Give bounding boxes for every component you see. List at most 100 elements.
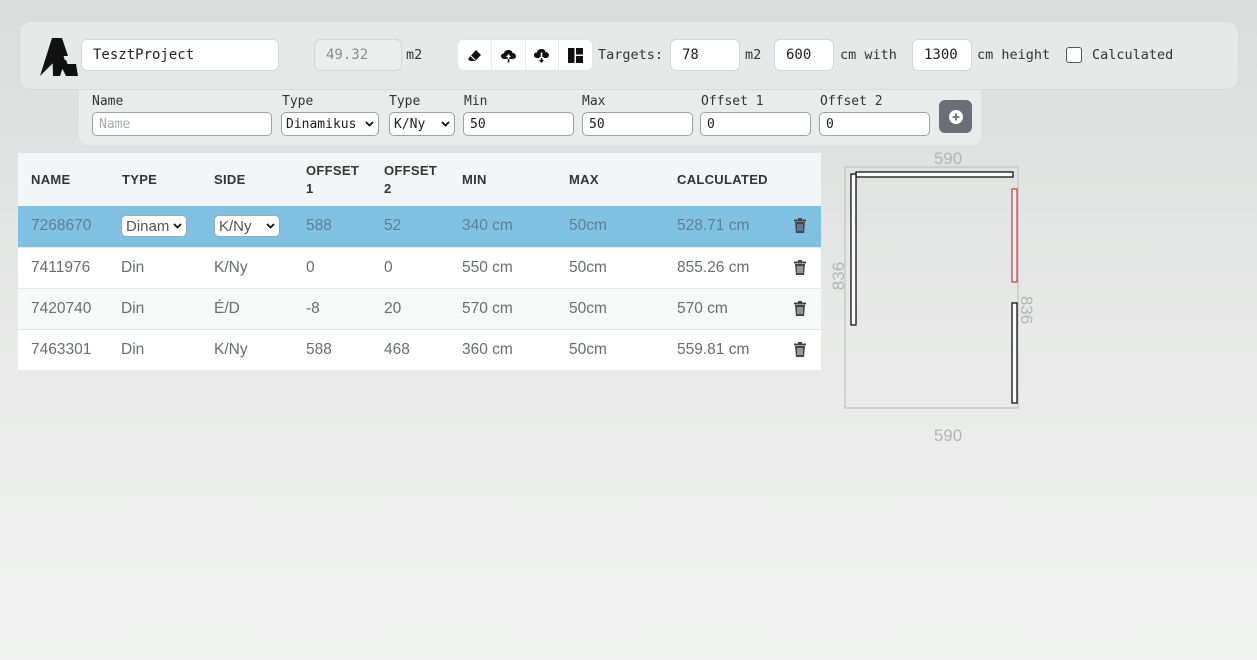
- cell-type: Din: [121, 259, 145, 276]
- wall-segment[interactable]: [855, 171, 1014, 178]
- col-offset2: OFFSET 2: [384, 153, 437, 206]
- cloud-download-icon: [534, 48, 550, 63]
- offset2-input[interactable]: 0: [819, 112, 930, 136]
- cell-type: Din: [121, 300, 145, 317]
- wall-segment[interactable]: [850, 173, 857, 326]
- right-dimension-label: 836: [1017, 296, 1036, 324]
- cell-offset2: 20: [384, 300, 402, 317]
- app-logo-icon: [40, 38, 78, 76]
- cell-side: K/Ny: [214, 259, 248, 276]
- cell-offset1: 588: [306, 341, 332, 358]
- cell-calculated: 570 cm: [677, 300, 728, 317]
- trash-icon[interactable]: [794, 260, 806, 275]
- col-offset2-line2: 2: [384, 180, 392, 196]
- cell-calculated: 855.26 cm: [677, 259, 750, 276]
- table-row[interactable]: 7463301 Din K/Ny 588 468 360 cm 50cm 559…: [18, 329, 821, 370]
- layout-button[interactable]: [559, 40, 592, 70]
- eraser-button[interactable]: [458, 40, 492, 70]
- cell-min: 360 cm: [462, 341, 513, 358]
- wall-segment[interactable]: [1011, 302, 1018, 404]
- cell-name: 7420740: [31, 300, 92, 317]
- cell-side: É/D: [214, 300, 240, 317]
- max-input[interactable]: 50: [582, 112, 693, 136]
- eraser-icon: [467, 49, 481, 61]
- offset2-label: Offset 2: [820, 94, 883, 109]
- target-height-input[interactable]: 1300: [912, 39, 972, 71]
- min-label: Min: [464, 94, 488, 109]
- trash-icon[interactable]: [794, 218, 806, 233]
- width-label: cm with: [840, 47, 897, 63]
- cell-calculated: 559.81 cm: [677, 341, 750, 358]
- left-dimension-label: 836: [829, 262, 848, 290]
- download-button[interactable]: [526, 40, 560, 70]
- cell-offset2: 52: [384, 217, 402, 234]
- table-header: NAME TYPE SIDE OFFSET 1 OFFSET 2 MIN MAX…: [18, 153, 821, 206]
- calculated-checkbox[interactable]: [1066, 47, 1082, 63]
- cloud-upload-icon: [500, 49, 516, 62]
- row-side-select[interactable]: K/Ny: [214, 215, 280, 237]
- col-offset2-line1: OFFSET: [384, 162, 438, 178]
- col-offset1: OFFSET 1: [306, 153, 359, 206]
- col-min: MIN: [462, 171, 487, 187]
- table-row[interactable]: 7411976 Din K/Ny 0 0 550 cm 50cm 855.26 …: [18, 247, 821, 288]
- area-input: 49.32: [314, 39, 402, 71]
- cell-name: 7411976: [31, 259, 91, 276]
- project-name-input[interactable]: TesztProject: [81, 39, 279, 71]
- floor-plan: 590 590 836 836: [829, 149, 1036, 445]
- name-label: Name: [92, 94, 124, 109]
- type-select-value: Dinamikus: [286, 116, 357, 132]
- row-type-value: Dinam: [126, 217, 170, 235]
- plus-circle-icon: [948, 109, 963, 124]
- type-select[interactable]: Dinamikus: [281, 112, 379, 136]
- cell-min: 340 cm: [462, 217, 513, 234]
- upload-button[interactable]: [492, 40, 526, 70]
- cell-offset2: 468: [384, 341, 410, 358]
- cell-offset1: 0: [306, 259, 315, 276]
- table-row[interactable]: 7420740 Din É/D -8 20 570 cm 50cm 570 cm: [18, 288, 821, 329]
- add-button[interactable]: [939, 100, 972, 133]
- col-offset1-line1: OFFSET: [306, 162, 360, 178]
- cell-max: 50cm: [569, 217, 607, 234]
- layout-icon: [568, 47, 584, 63]
- targets-label: Targets:: [598, 47, 664, 63]
- col-max: MAX: [569, 171, 599, 187]
- cell-max: 50cm: [569, 259, 607, 276]
- row-side-value: K/Ny: [219, 217, 252, 235]
- offset1-label: Offset 1: [701, 94, 764, 109]
- cell-offset2: 0: [384, 259, 393, 276]
- table-row[interactable]: 7268670 Dinam K/Ny 588 52 340 cm 50cm 52…: [18, 206, 821, 247]
- tool-button-group: [457, 39, 593, 71]
- trash-icon[interactable]: [794, 342, 806, 357]
- cell-max: 50cm: [569, 341, 607, 358]
- room-outline: [844, 166, 1019, 409]
- side-type-label: Type: [389, 94, 421, 109]
- row-type-select[interactable]: Dinam: [121, 215, 187, 237]
- cell-name: 7268670: [31, 217, 92, 234]
- offset1-input[interactable]: 0: [700, 112, 811, 136]
- target-width-input[interactable]: 600: [774, 39, 834, 71]
- side-select-value: K/Ny: [394, 116, 426, 132]
- max-label: Max: [582, 94, 606, 109]
- cell-offset1: -8: [306, 300, 320, 317]
- type-label: Type: [282, 94, 314, 109]
- add-item-form: Name Type Type Min Max Offset 1 Offset 2…: [79, 90, 981, 145]
- col-calculated: CALCULATED: [677, 171, 768, 187]
- chevron-down-icon: [365, 121, 374, 127]
- height-label: cm height: [977, 47, 1051, 63]
- wall-segment-selected[interactable]: [1011, 188, 1018, 283]
- target-area-unit: m2: [745, 47, 762, 63]
- col-type: TYPE: [122, 171, 158, 187]
- chevron-down-icon: [266, 223, 275, 229]
- bottom-dimension-label: 590: [934, 426, 962, 445]
- name-input[interactable]: Name: [92, 112, 272, 136]
- min-input[interactable]: 50: [463, 112, 574, 136]
- calculated-label: Calculated: [1092, 47, 1174, 63]
- col-offset1-line2: 1: [306, 180, 314, 196]
- items-table: NAME TYPE SIDE OFFSET 1 OFFSET 2 MIN MAX…: [18, 153, 821, 370]
- cell-calculated: 528.71 cm: [677, 217, 750, 234]
- side-select[interactable]: K/Ny: [389, 112, 455, 136]
- top-dimension-label: 590: [934, 149, 962, 168]
- cell-min: 550 cm: [462, 259, 513, 276]
- target-area-input[interactable]: 78: [670, 39, 740, 71]
- trash-icon[interactable]: [794, 301, 806, 316]
